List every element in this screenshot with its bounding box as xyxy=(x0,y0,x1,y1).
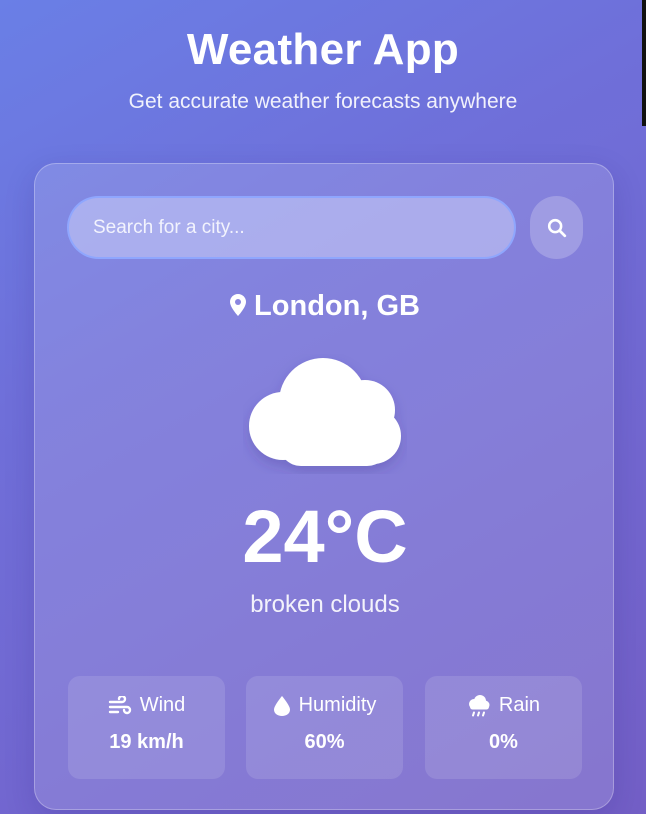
location-name: London, GB xyxy=(254,290,420,322)
droplet-icon xyxy=(273,695,290,716)
temperature: 24°C xyxy=(242,495,408,578)
stat-value: 0% xyxy=(489,731,518,753)
stat-humidity: Humidity 60% xyxy=(246,676,403,779)
cloud-icon xyxy=(249,358,401,466)
wind-icon xyxy=(108,695,131,714)
stat-label: Rain xyxy=(498,694,541,716)
stat-label: Humidity xyxy=(298,694,377,716)
stat-rain: Rain 0% xyxy=(425,676,582,779)
stat-wind: Wind 19 km/h xyxy=(68,676,225,779)
app-header: Weather App Get accurate weather forecas… xyxy=(0,24,646,114)
location: London, GB xyxy=(35,290,615,323)
search-button[interactable] xyxy=(530,196,583,259)
weather-description: broken clouds xyxy=(250,591,400,618)
search-input[interactable] xyxy=(67,196,516,259)
map-pin-icon xyxy=(230,294,247,316)
cloud-rain-icon xyxy=(468,694,490,716)
weather-card: London, GB 24°C broken clouds Wind 19 km… xyxy=(34,163,614,810)
search-icon xyxy=(547,218,566,237)
stat-value: 19 km/h xyxy=(109,731,184,753)
stat-value: 60% xyxy=(304,731,345,753)
stat-label: Wind xyxy=(139,694,186,716)
app-title: Weather App xyxy=(186,25,460,74)
app-subtitle: Get accurate weather forecasts anywhere xyxy=(128,90,518,113)
